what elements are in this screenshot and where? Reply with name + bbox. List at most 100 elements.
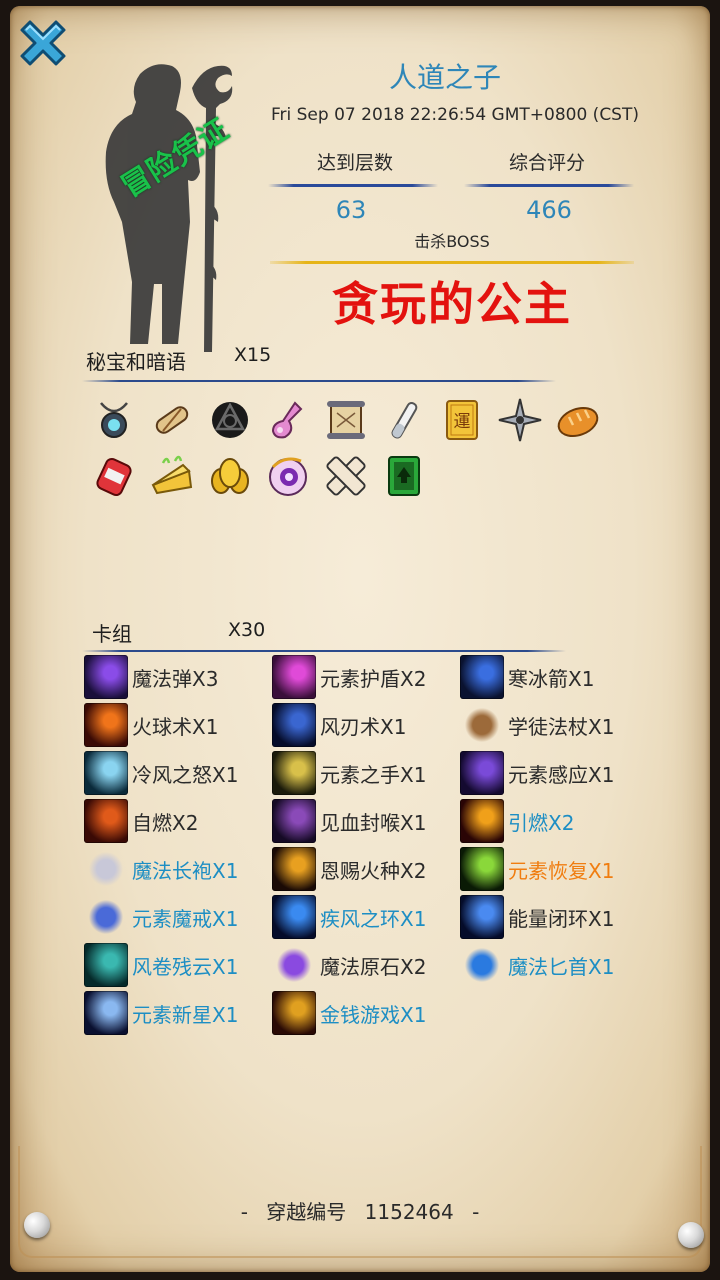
floors-value: 63 <box>335 196 367 224</box>
money-game-icon <box>272 991 316 1035</box>
card-item[interactable]: 元素新星X1 <box>84 991 269 1035</box>
card-item[interactable]: 学徒法杖X1 <box>460 703 645 747</box>
magic-stone-icon <box>272 943 316 987</box>
wind-blade-icon <box>272 703 316 747</box>
travel-id-label: 穿越编号 <box>266 1200 347 1224</box>
element-shield-icon <box>272 655 316 699</box>
pink-potion-icon[interactable] <box>264 396 312 444</box>
golden-egg-icon[interactable] <box>206 452 254 500</box>
card-item[interactable]: 火球术X1 <box>84 703 269 747</box>
card-name: 风刃术X1 <box>320 714 407 739</box>
boss-label: 击杀BOSS <box>414 232 490 251</box>
character-silhouette <box>105 64 233 352</box>
ignite-icon <box>460 799 504 843</box>
card-item[interactable]: 元素之手X1 <box>272 751 457 795</box>
card-item[interactable]: 风刃术X1 <box>272 703 457 747</box>
card-item[interactable]: 自燃X2 <box>84 799 269 843</box>
score-label: 综合评分 <box>508 152 585 174</box>
bread-icon[interactable] <box>554 396 602 444</box>
card-name: 金钱游戏X1 <box>320 1002 427 1027</box>
red-can-icon[interactable] <box>90 452 138 500</box>
card-name: 元素新星X1 <box>132 1002 239 1027</box>
fire-seed-icon <box>272 847 316 891</box>
cheese-icon[interactable] <box>148 452 196 500</box>
card-item[interactable]: 能量闭环X1 <box>460 895 645 939</box>
amulet-icon[interactable] <box>90 396 138 444</box>
element-ring-icon <box>84 895 128 939</box>
test-tube-icon[interactable] <box>380 396 428 444</box>
card-item[interactable]: 魔法匕首X1 <box>460 943 645 987</box>
magic-dagger-icon <box>460 943 504 987</box>
green-card-icon[interactable] <box>380 452 428 500</box>
element-restore-icon <box>460 847 504 891</box>
card-name: 魔法匕首X1 <box>508 954 615 979</box>
map-scroll-icon[interactable] <box>322 396 370 444</box>
divider <box>82 650 566 652</box>
card-item[interactable]: 见血封喉X1 <box>272 799 457 843</box>
player-name: 人道之子 <box>388 61 501 94</box>
card-name: 引燃X2 <box>508 810 575 835</box>
cold-wind-icon <box>84 751 128 795</box>
card-name: 元素恢复X1 <box>508 858 615 883</box>
card-name: 疾风之环X1 <box>320 906 427 931</box>
element-nova-icon <box>84 991 128 1035</box>
close-button[interactable] <box>14 14 72 72</box>
card-item[interactable]: 寒冰箭X1 <box>460 655 645 699</box>
card-name: 能量闭环X1 <box>508 906 615 931</box>
travel-id-footer: - 穿越编号 1152464 - <box>0 1196 720 1225</box>
card-name: 自燃X2 <box>132 810 199 835</box>
close-icon <box>20 20 66 66</box>
divider <box>82 380 556 382</box>
card-name: 风卷残云X1 <box>132 954 239 979</box>
card-name: 寒冰箭X1 <box>508 666 595 691</box>
card-item[interactable]: 元素护盾X2 <box>272 655 457 699</box>
card-name: 恩赐火种X2 <box>320 858 427 883</box>
element-hand-icon <box>272 751 316 795</box>
card-item[interactable]: 疾风之环X1 <box>272 895 457 939</box>
deck-title: 卡组 <box>92 622 132 646</box>
divider <box>268 184 438 187</box>
card-name: 元素魔戒X1 <box>132 906 239 931</box>
fireball-icon <box>84 703 128 747</box>
divider <box>464 184 634 187</box>
whirlwind-icon <box>84 943 128 987</box>
treasures-count: X15 <box>234 344 272 366</box>
svg-text:運: 運 <box>454 412 471 432</box>
pin-icon <box>678 1222 704 1248</box>
card-item[interactable]: 引燃X2 <box>460 799 645 843</box>
card-item[interactable]: 元素恢复X1 <box>460 847 645 891</box>
element-sense-icon <box>460 751 504 795</box>
card-item[interactable]: 元素魔戒X1 <box>84 895 269 939</box>
dark-sigil-icon[interactable] <box>206 396 254 444</box>
scroll-roll-icon[interactable] <box>148 396 196 444</box>
footer-dash: - <box>240 1200 248 1224</box>
card-item[interactable]: 魔法原石X2 <box>272 943 457 987</box>
apprentice-staff-icon <box>460 703 504 747</box>
card-name: 火球术X1 <box>132 714 219 739</box>
card-item[interactable]: 魔法弹X3 <box>84 655 269 699</box>
energy-loop-icon <box>460 895 504 939</box>
card-name: 见血封喉X1 <box>320 810 427 835</box>
card-item[interactable]: 金钱游戏X1 <box>272 991 457 1035</box>
bandage-icon[interactable] <box>322 452 370 500</box>
magic-robe-icon <box>84 847 128 891</box>
card-item[interactable]: 魔法长袍X1 <box>84 847 269 891</box>
ice-arrow-icon <box>460 655 504 699</box>
card-name: 魔法弹X3 <box>132 666 219 691</box>
card-item[interactable]: 恩赐火种X2 <box>272 847 457 891</box>
card-name: 冷风之怒X1 <box>132 762 239 787</box>
score-value: 466 <box>526 196 572 224</box>
treasures-title: 秘宝和暗语 <box>86 350 186 374</box>
gale-ring-icon <box>272 895 316 939</box>
card-item[interactable]: 元素感应X1 <box>460 751 645 795</box>
blood-seal-icon <box>272 799 316 843</box>
shuriken-icon[interactable] <box>496 396 544 444</box>
card-name: 学徒法杖X1 <box>508 714 615 739</box>
eye-orb-icon[interactable] <box>264 452 312 500</box>
card-item[interactable]: 冷风之怒X1 <box>84 751 269 795</box>
card-item[interactable]: 风卷残云X1 <box>84 943 269 987</box>
card-name: 元素护盾X2 <box>320 666 427 691</box>
card-name: 元素之手X1 <box>320 762 427 787</box>
card-name: 魔法原石X2 <box>320 954 427 979</box>
fortune-card-icon[interactable]: 運 <box>438 396 486 444</box>
